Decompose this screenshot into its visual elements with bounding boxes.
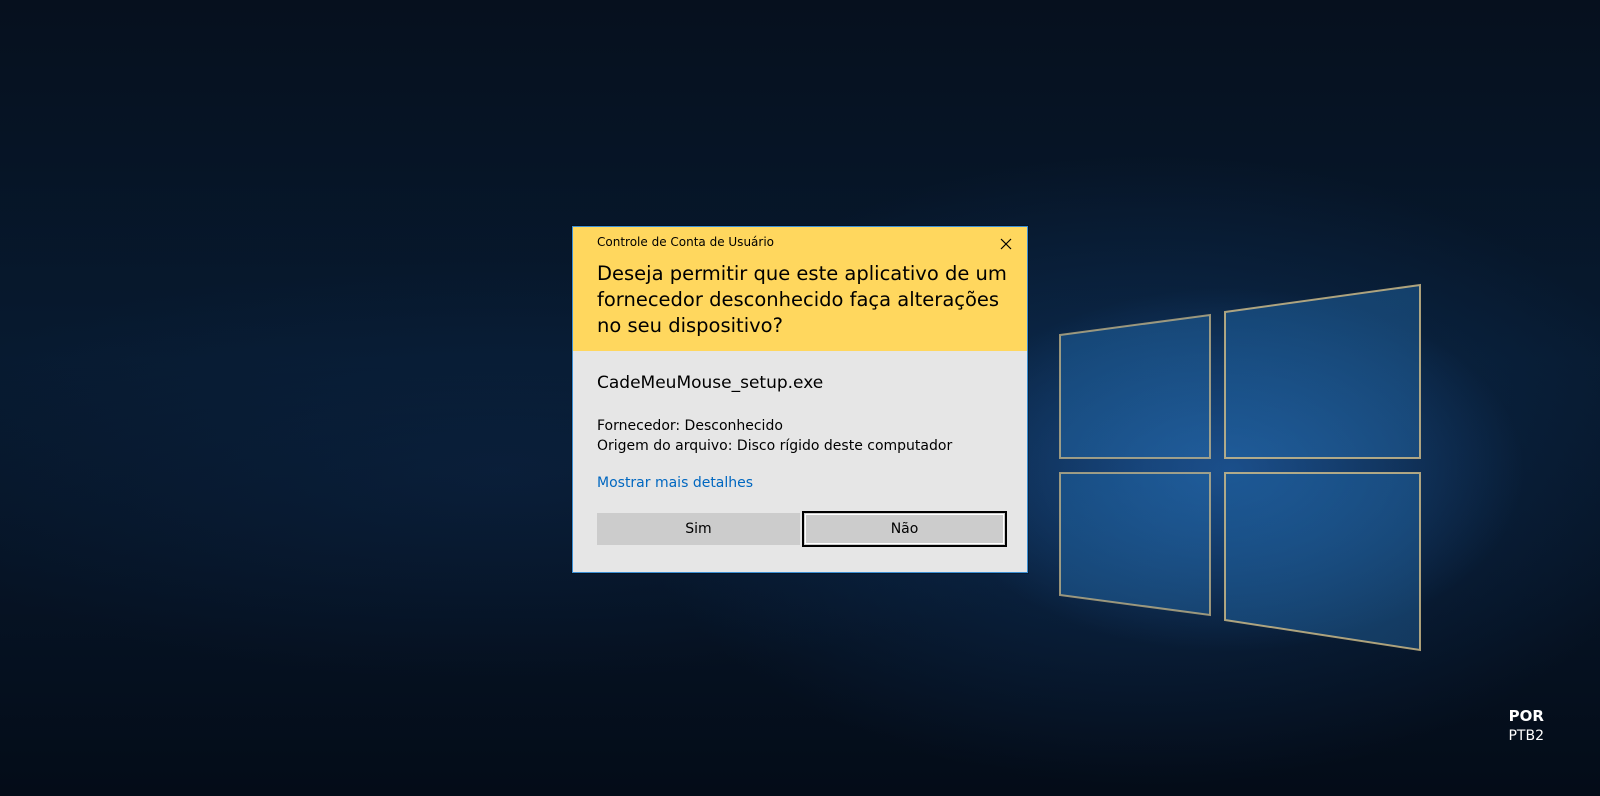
program-details: Fornecedor: Desconhecido Origem do arqui… [597, 416, 952, 456]
show-more-details-link[interactable]: Mostrar mais detalhes [597, 475, 753, 491]
close-button[interactable] [995, 233, 1017, 255]
dialog-buttons: Sim Não [597, 511, 1007, 547]
language-indicator[interactable]: POR PTB2 [1508, 706, 1544, 746]
keyboard-layout: PTB2 [1508, 728, 1544, 744]
consent-question: Deseja permitir que este aplicativo de u… [597, 262, 1007, 337]
uac-header: Controle de Conta de Usuário Deseja perm… [573, 227, 1027, 351]
desktop-background: POR PTB2 Controle de Conta de Usuário De… [0, 0, 1600, 796]
yes-button[interactable]: Sim [597, 513, 800, 545]
language-code: POR [1508, 707, 1544, 725]
dialog-title: Controle de Conta de Usuário [597, 235, 775, 249]
windows-logo-wallpaper [1050, 280, 1430, 660]
no-button[interactable]: Não [802, 511, 1007, 547]
uac-dialog: Controle de Conta de Usuário Deseja perm… [572, 226, 1028, 573]
publisher-line: Fornecedor: Desconhecido [597, 418, 783, 434]
close-icon [1000, 238, 1012, 250]
program-name: CadeMeuMouse_setup.exe [597, 373, 824, 393]
file-origin-line: Origem do arquivo: Disco rígido deste co… [597, 438, 953, 454]
